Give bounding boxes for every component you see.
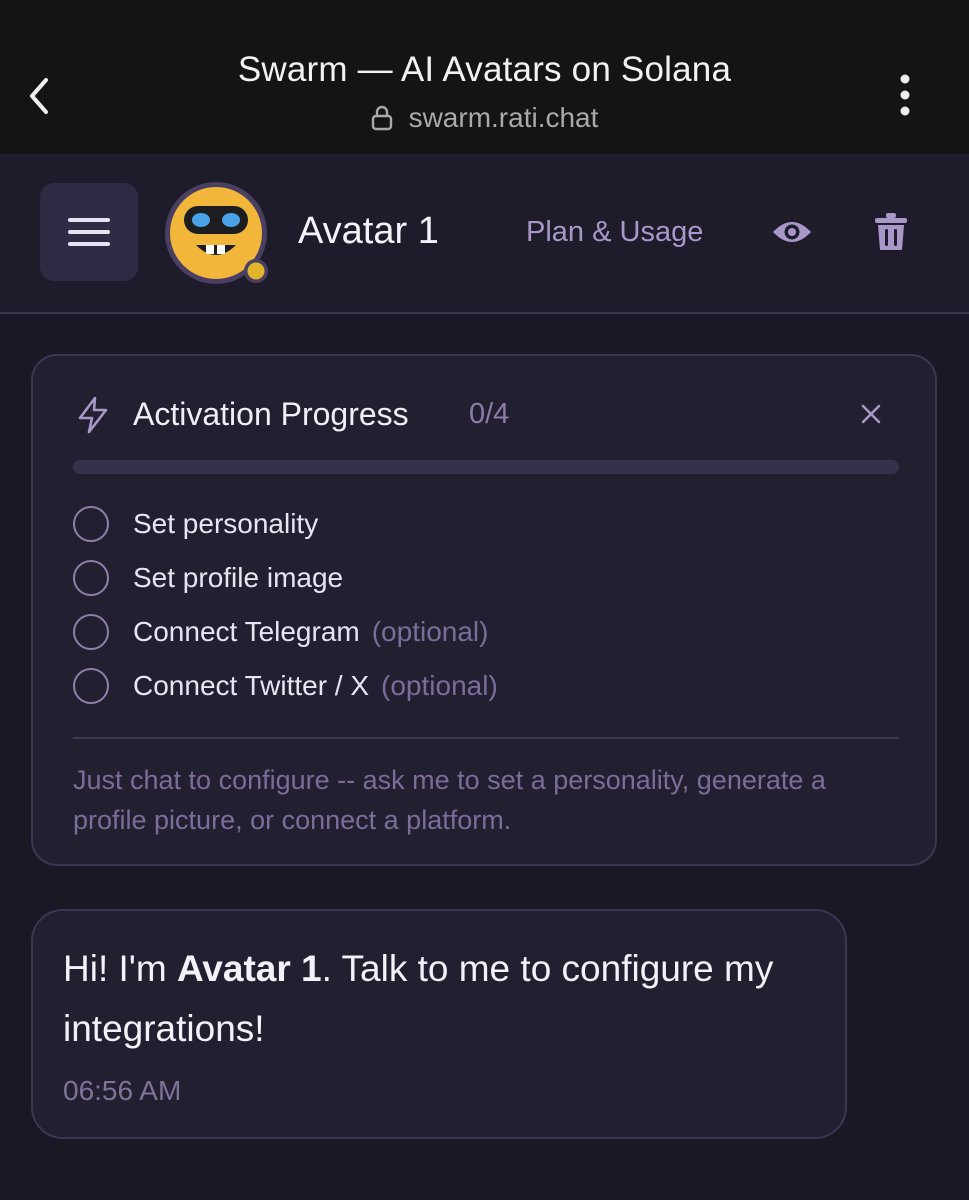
preview-button[interactable] [771, 214, 813, 250]
lock-icon [371, 105, 393, 138]
trash-icon [875, 213, 907, 250]
activation-progress-card: Activation Progress 0/4 Set personality … [31, 354, 937, 866]
avatar-name: Avatar 1 [298, 210, 439, 252]
message-avatar-name: Avatar 1 [176, 948, 322, 989]
message-text: Hi! I'm Avatar 1. Talk to me to configur… [63, 948, 774, 1049]
task-checkbox[interactable] [73, 668, 109, 704]
app-header: Avatar 1 Plan & Usage [0, 154, 969, 314]
activation-title: Activation Progress [133, 396, 409, 432]
eye-icon [773, 222, 811, 242]
task-label: Connect Twitter / X (optional) [133, 670, 498, 701]
task-label: Connect Telegram (optional) [133, 616, 489, 647]
activation-hint: Just chat to configure -- ask me to set … [73, 765, 826, 835]
task-checkbox[interactable] [73, 560, 109, 596]
activation-count: 0/4 [469, 398, 510, 430]
lightning-icon [75, 396, 111, 434]
optional-tag: (optional) [381, 670, 498, 701]
activation-progress-bar [73, 460, 899, 474]
hamburger-icon [68, 218, 110, 246]
robot-face-icon [165, 182, 268, 284]
more-options-button[interactable] [890, 72, 920, 118]
more-vertical-icon [900, 74, 910, 116]
message-timestamp: 06:56 AM [63, 1075, 182, 1106]
task-label: Set personality [133, 508, 319, 539]
browser-url[interactable]: swarm.rati.chat [0, 102, 969, 138]
close-card-button[interactable] [859, 402, 883, 426]
close-icon [861, 404, 881, 424]
task-checkbox[interactable] [73, 614, 109, 650]
delete-button[interactable] [874, 212, 908, 252]
plan-usage-link[interactable]: Plan & Usage [526, 216, 703, 249]
divider [73, 737, 899, 739]
avatar[interactable] [162, 179, 270, 287]
menu-button[interactable] [40, 183, 138, 281]
url-text: swarm.rati.chat [408, 102, 599, 133]
assistant-message: Hi! I'm Avatar 1. Talk to me to configur… [31, 909, 847, 1139]
optional-tag: (optional) [371, 616, 489, 647]
browser-title: Swarm — AI Avatars on Solana [237, 50, 732, 89]
browser-bar: Swarm — AI Avatars on Solana swarm.rati.… [0, 0, 969, 154]
task-label: Set profile image [133, 562, 344, 593]
task-checkbox[interactable] [73, 506, 109, 542]
